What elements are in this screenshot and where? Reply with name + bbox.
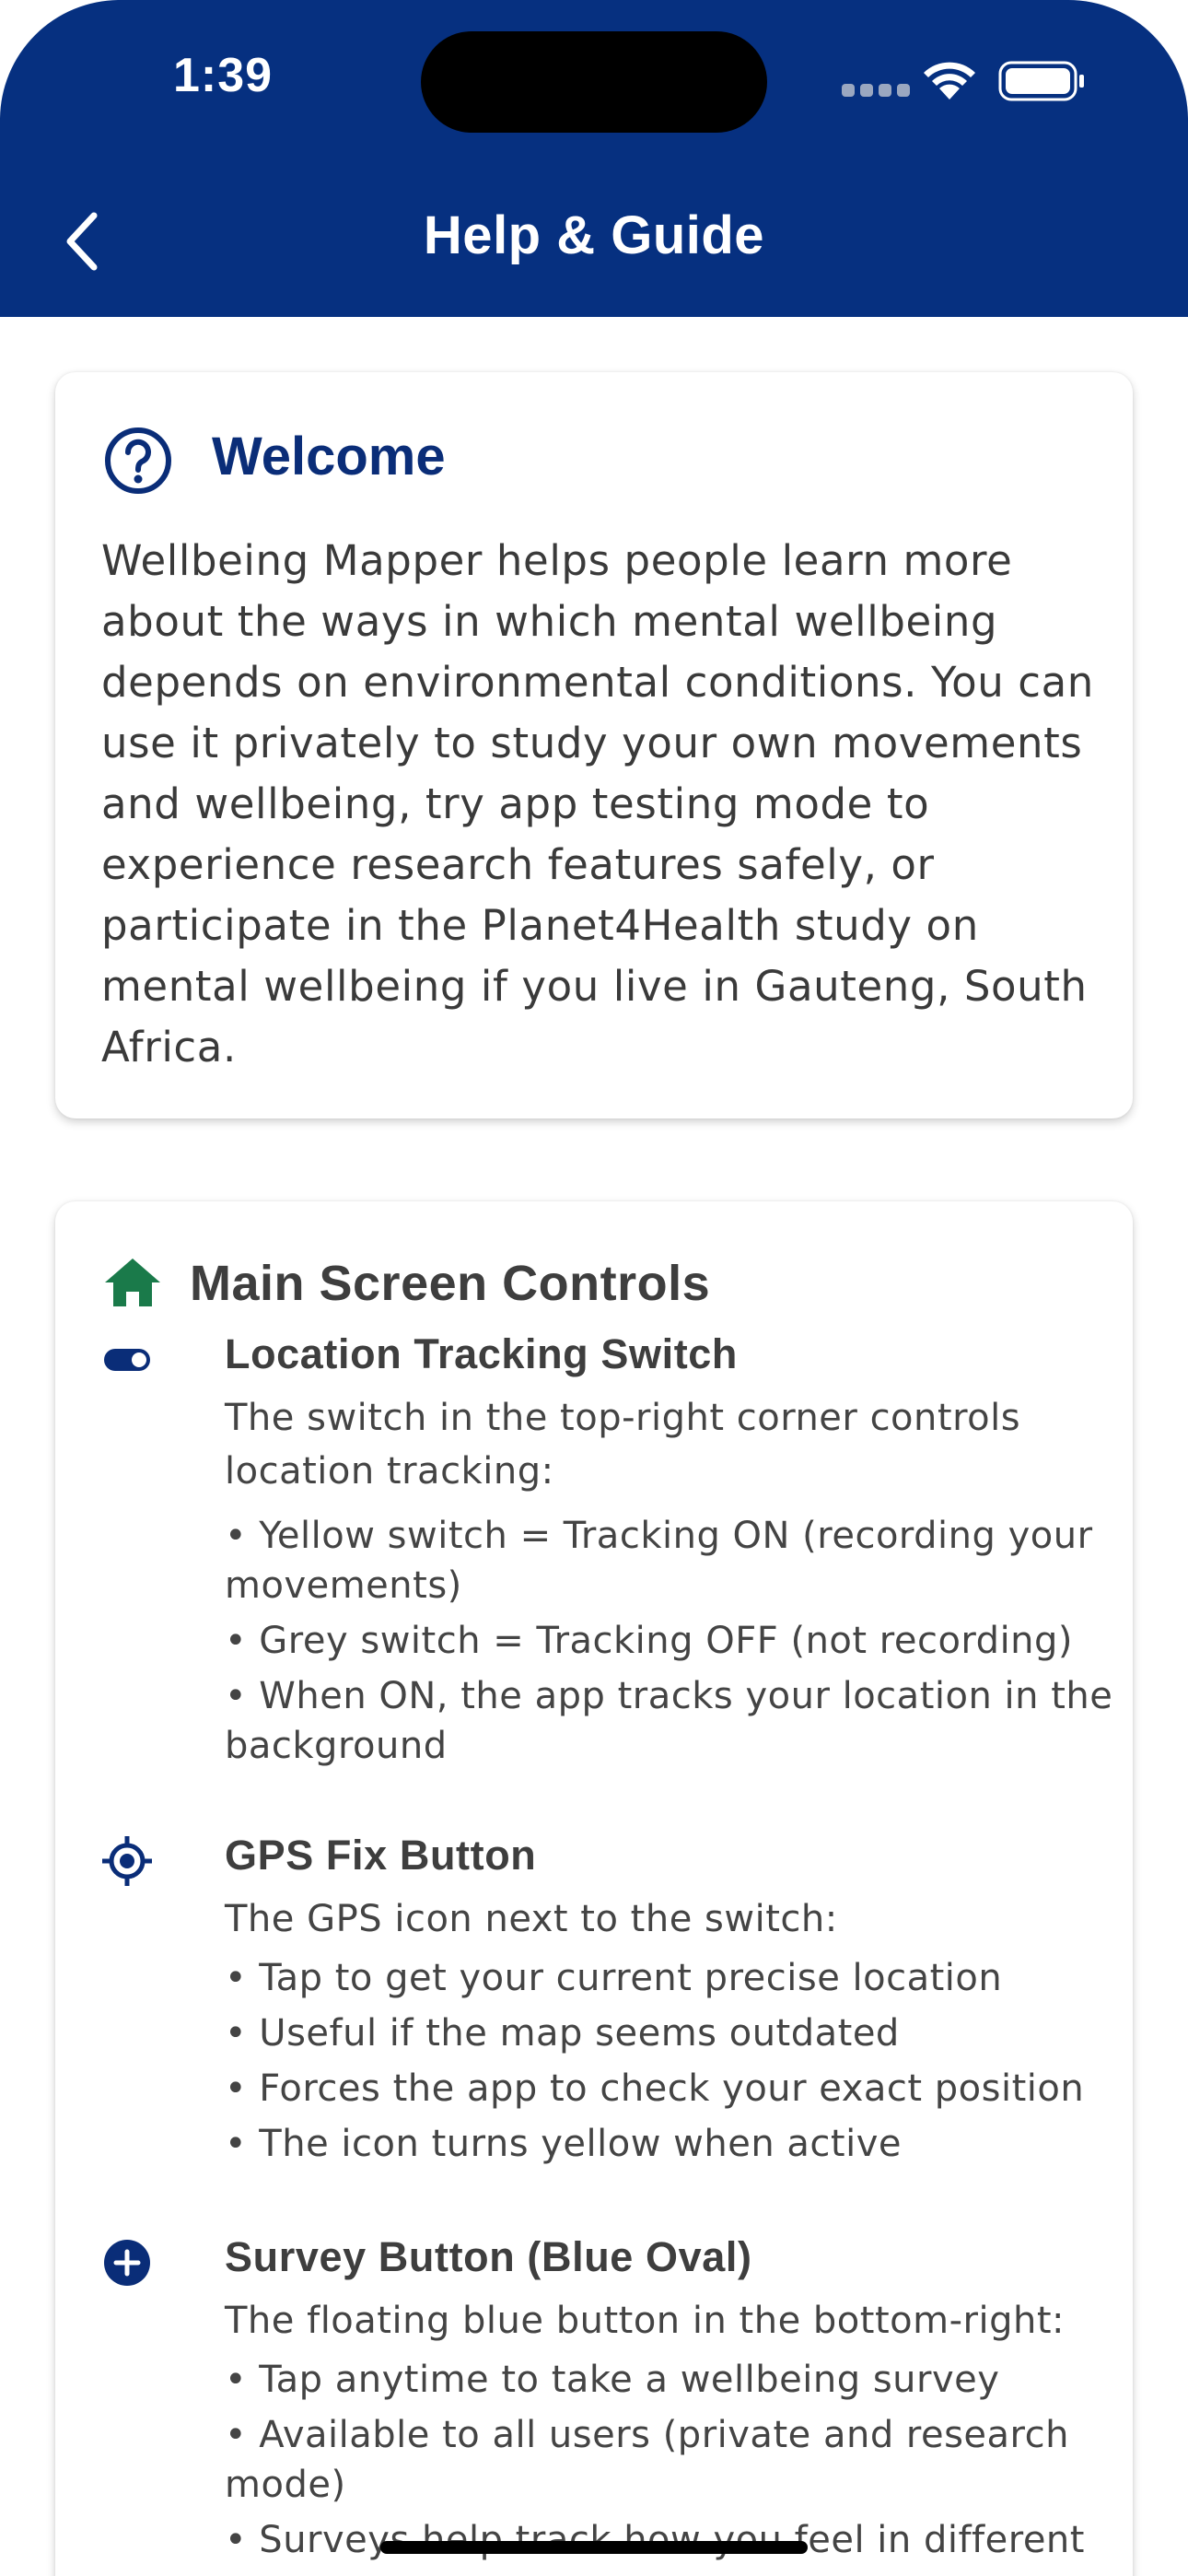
list-item: • The icon turns yellow when active xyxy=(225,2123,902,2165)
list-item: • Tap to get your current precise locati… xyxy=(225,1957,1003,1999)
gps-fix-title: GPS Fix Button xyxy=(225,1832,537,1879)
welcome-body: Wellbeing Mapper helps people learn more… xyxy=(101,536,1094,1071)
status-time: 1:39 xyxy=(173,49,274,102)
toggle-switch-icon xyxy=(104,1349,150,1371)
list-item: • Forces the app to check your exact pos… xyxy=(225,2067,1085,2110)
welcome-card: Welcome Wellbeing Mapper helps people le… xyxy=(55,372,1133,1118)
list-item: • Tap anytime to take a wellbeing survey xyxy=(225,2359,1000,2401)
help-circle-icon xyxy=(105,427,171,494)
home-icon xyxy=(105,1259,160,1306)
add-circle-icon xyxy=(104,2240,150,2286)
list-item: • When ON, the app tracks your location … xyxy=(225,1675,1113,1767)
home-indicator[interactable] xyxy=(380,2541,808,2554)
location-tracking-intro: The switch in the top-right corner contr… xyxy=(225,1397,1021,1493)
list-item: • Surveys help track how you feel in dif… xyxy=(225,2519,1085,2561)
page-title: Help & Guide xyxy=(423,205,765,265)
list-item: • Yellow switch = Tracking ON (recording… xyxy=(225,1515,1093,1607)
help-content[interactable]: Welcome Wellbeing Mapper helps people le… xyxy=(0,317,1188,2576)
survey-button-title: Survey Button (Blue Oval) xyxy=(225,2233,752,2280)
cellular-signal-icon xyxy=(842,83,915,100)
gps-fixed-icon xyxy=(102,1836,152,1886)
location-tracking-list: • Yellow switch = Tracking ON (recording… xyxy=(225,1511,1146,1776)
dynamic-island xyxy=(421,31,767,133)
main-controls-card: Main Screen Controls Location Tracking S… xyxy=(55,1201,1133,2576)
battery-icon xyxy=(998,61,1084,101)
list-item: • Useful if the map seems outdated xyxy=(225,2012,900,2055)
list-item: • Grey switch = Tracking OFF (not record… xyxy=(225,1620,1074,1662)
gps-fix-list: • Tap to get your current precise locati… xyxy=(225,1953,1146,2174)
main-controls-title: Main Screen Controls xyxy=(190,1256,711,1311)
survey-button-list: • Tap anytime to take a wellbeing survey… xyxy=(225,2355,1146,2570)
app-header: 1:39 Help & Guide xyxy=(0,0,1188,317)
app-screen: 1:39 Help & Guide Welcome Wellbeing Mapp… xyxy=(0,0,1188,2576)
gps-fix-intro: The GPS icon next to the switch: xyxy=(225,1898,838,1940)
list-item: • Available to all users (private and re… xyxy=(225,2414,1069,2506)
wifi-icon xyxy=(924,62,975,100)
survey-button-intro: The floating blue button in the bottom-r… xyxy=(225,2300,1065,2342)
welcome-title: Welcome xyxy=(212,427,446,486)
location-tracking-title: Location Tracking Switch xyxy=(225,1330,738,1377)
